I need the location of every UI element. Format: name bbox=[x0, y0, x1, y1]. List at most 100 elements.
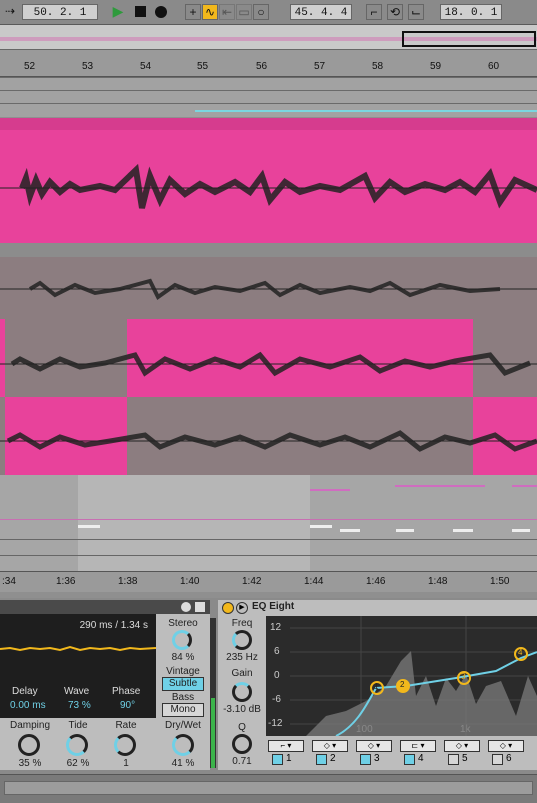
drywet-value: 41 % bbox=[171, 758, 195, 769]
waveform bbox=[0, 163, 537, 209]
audio-clip-track-3[interactable] bbox=[0, 319, 537, 397]
drywet-label: Dry/Wet bbox=[165, 720, 201, 731]
audio-clip-track-4[interactable] bbox=[0, 397, 537, 475]
automation-arm-icon[interactable]: ∿ bbox=[202, 4, 218, 20]
node-label: 2 bbox=[400, 680, 405, 689]
device-chain: 290 ms / 1.34 s Delay 0.00 ms Wave 73 % … bbox=[0, 598, 537, 803]
delay-device: 290 ms / 1.34 s Delay 0.00 ms Wave 73 % … bbox=[0, 600, 210, 770]
band-toggle[interactable] bbox=[492, 754, 503, 765]
filter-type-icon[interactable]: ⊏ ▾ bbox=[400, 740, 436, 752]
eq-eight-device: ▶ EQ Eight Freq 235 Hz Gain -3.10 dB Q 0… bbox=[218, 600, 537, 770]
bar-59: 59 bbox=[430, 61, 442, 72]
gain-knob[interactable] bbox=[232, 682, 252, 702]
midi-note[interactable] bbox=[310, 525, 332, 528]
midi-note[interactable] bbox=[512, 529, 530, 532]
stereo-knob[interactable] bbox=[172, 630, 192, 650]
loop-length[interactable]: 18. 0. 1 bbox=[440, 4, 502, 20]
band-number: 6 bbox=[506, 753, 512, 764]
time-tick: 1:42 bbox=[242, 576, 262, 587]
device-on-icon[interactable] bbox=[222, 602, 234, 614]
back-to-arrangement-icon[interactable]: ⇤ bbox=[219, 4, 235, 20]
expand-icon[interactable]: ▶ bbox=[236, 602, 248, 614]
midi-note[interactable] bbox=[453, 529, 473, 532]
band-toggle[interactable] bbox=[404, 754, 415, 765]
bass-mono-button[interactable]: Mono bbox=[162, 703, 204, 717]
bar-60: 60 bbox=[488, 61, 500, 72]
hot-swap-icon[interactable] bbox=[181, 602, 191, 612]
bar-56: 56 bbox=[256, 61, 268, 72]
band-controls: ⌐ ▾ 1 ◇ ▾ 2 ◇ ▾ 3 ⊏ ▾ 4 ◇ ▾ 5 ◇ ▾ 6 bbox=[268, 738, 537, 768]
midi-lanes[interactable] bbox=[0, 475, 537, 571]
session-record-icon[interactable]: ○ bbox=[253, 4, 269, 20]
save-preset-icon[interactable] bbox=[195, 602, 205, 612]
filter-type-icon[interactable]: ◇ ▾ bbox=[488, 740, 524, 752]
follow-icon[interactable]: ⇢ bbox=[2, 4, 18, 20]
filter-type-icon[interactable]: ⌐ ▾ bbox=[268, 740, 304, 752]
delay-value[interactable]: 0.00 ms bbox=[10, 700, 46, 711]
band-number: 5 bbox=[462, 753, 468, 764]
loop-start[interactable]: 45. 4. 4 bbox=[290, 4, 352, 20]
damping-knob[interactable] bbox=[18, 734, 40, 756]
time-tick: 1:38 bbox=[118, 576, 138, 587]
tide-knob[interactable] bbox=[66, 734, 88, 756]
overdub-icon[interactable]: + bbox=[185, 4, 201, 20]
song-position[interactable]: 50. 2. 1 bbox=[22, 4, 98, 20]
transport-bar: ⇢ 50. 2. 1 ▶ + ∿ ⇤ ▭ ○ 45. 4. 4 ⌐ ⟲ ⌙ 18… bbox=[0, 0, 537, 25]
gain-value: -3.10 dB bbox=[223, 704, 261, 715]
punch-out-icon[interactable]: ⌙ bbox=[408, 4, 424, 20]
loop-icon[interactable]: ⟲ bbox=[387, 4, 403, 20]
band-toggle[interactable] bbox=[316, 754, 327, 765]
audio-clip-track-2[interactable] bbox=[0, 257, 537, 319]
device-title: EQ Eight bbox=[252, 601, 295, 612]
beat-time-ruler[interactable]: 52 53 54 55 56 57 58 59 60 bbox=[0, 50, 537, 77]
midi-note[interactable] bbox=[78, 525, 100, 528]
bar-54: 54 bbox=[140, 61, 152, 72]
delay-time-readout: 290 ms / 1.34 s bbox=[79, 620, 148, 631]
freq-label: Freq bbox=[231, 618, 253, 629]
filter-type-icon[interactable]: ◇ ▾ bbox=[312, 740, 348, 752]
capture-icon[interactable]: ▭ bbox=[236, 4, 252, 20]
stereo-value: 84 % bbox=[171, 652, 195, 663]
drywet-knob[interactable] bbox=[172, 734, 194, 756]
vintage-label: Vintage bbox=[166, 666, 200, 677]
band-number: 3 bbox=[374, 753, 380, 764]
arrangement-overview[interactable] bbox=[0, 25, 537, 50]
freq-value: 235 Hz bbox=[226, 652, 258, 663]
record-icon[interactable] bbox=[153, 4, 169, 20]
filter-type-icon[interactable]: ◇ ▾ bbox=[356, 740, 392, 752]
vintage-button[interactable]: Subtle bbox=[162, 677, 204, 691]
eq-display[interactable]: 12 6 0 -6 -12 100 1k 1 bbox=[266, 616, 537, 736]
waveform bbox=[0, 278, 537, 300]
band-toggle[interactable] bbox=[360, 754, 371, 765]
punch-in-icon[interactable]: ⌐ bbox=[366, 4, 382, 20]
time-tick: :34 bbox=[2, 576, 16, 587]
stop-icon[interactable] bbox=[132, 4, 148, 20]
midi-note[interactable] bbox=[396, 529, 414, 532]
wave-graph bbox=[0, 645, 156, 652]
band-number: 1 bbox=[286, 753, 292, 764]
freq-knob[interactable] bbox=[232, 630, 252, 650]
band-toggle[interactable] bbox=[272, 754, 283, 765]
q-label: Q bbox=[238, 722, 246, 733]
q-knob[interactable] bbox=[232, 734, 252, 754]
audio-clip-track-1[interactable] bbox=[0, 118, 537, 243]
delay-label: Delay bbox=[12, 686, 38, 697]
midi-note[interactable] bbox=[340, 529, 360, 532]
wave-value[interactable]: 73 % bbox=[68, 700, 91, 711]
bar-55: 55 bbox=[197, 61, 209, 72]
time-tick: 1:44 bbox=[304, 576, 324, 587]
stereo-label: Stereo bbox=[168, 618, 198, 629]
bass-label: Bass bbox=[171, 692, 195, 703]
automation-lanes[interactable] bbox=[0, 77, 537, 117]
phase-value[interactable]: 90° bbox=[120, 700, 135, 711]
overview-viewport[interactable] bbox=[402, 31, 536, 47]
play-icon[interactable]: ▶ bbox=[110, 4, 126, 20]
phase-label: Phase bbox=[112, 686, 141, 697]
rate-knob[interactable] bbox=[114, 734, 136, 756]
delay-display[interactable]: 290 ms / 1.34 s Delay 0.00 ms Wave 73 % … bbox=[0, 614, 156, 718]
band-number: 2 bbox=[330, 753, 336, 764]
node-label: 1 bbox=[374, 682, 379, 691]
filter-type-icon[interactable]: ◇ ▾ bbox=[444, 740, 480, 752]
band-toggle[interactable] bbox=[448, 754, 459, 765]
time-ruler[interactable]: :34 1:36 1:38 1:40 1:42 1:44 1:46 1:48 1… bbox=[0, 571, 537, 592]
